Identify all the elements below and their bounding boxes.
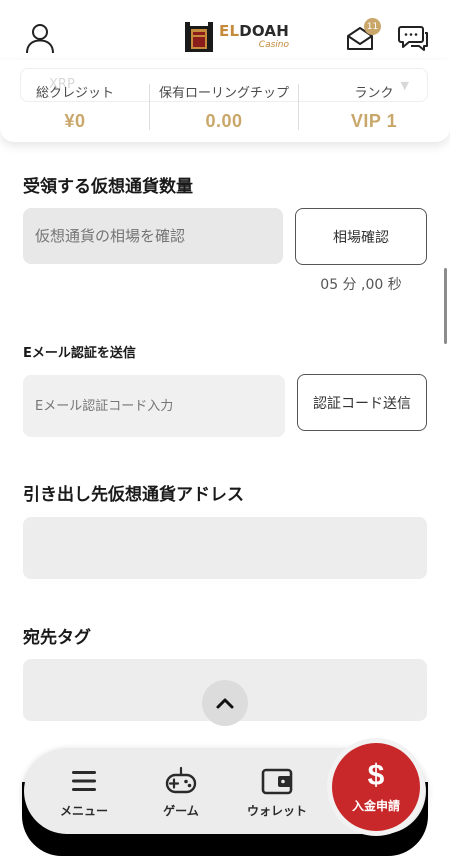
nav-games[interactable]: ゲーム bbox=[141, 766, 221, 822]
stat-value: VIP 1 bbox=[350, 111, 398, 131]
dollar-icon: $ bbox=[367, 758, 385, 792]
chevron-up-icon bbox=[216, 698, 234, 709]
hamburger-menu-icon bbox=[72, 771, 96, 791]
gamepad-icon bbox=[165, 766, 197, 794]
scrollbar[interactable] bbox=[444, 268, 447, 344]
crypto-rate-input[interactable] bbox=[23, 208, 283, 264]
email-auth-title: Eメール認証を送信 bbox=[23, 346, 136, 361]
withdraw-address-input[interactable] bbox=[23, 517, 427, 579]
crypto-amount-title: 受領する仮想通貨数量 bbox=[23, 177, 193, 197]
stat-value: 0.00 bbox=[205, 111, 243, 131]
app-header: ELDOAH Casino 11 bbox=[0, 0, 450, 68]
deposit-request-button[interactable]: $ 入金申請 bbox=[332, 743, 420, 831]
crypto-rate-field[interactable] bbox=[23, 208, 283, 264]
user-profile-icon[interactable] bbox=[24, 22, 56, 54]
account-stats-card: XRP ▼ 総クレジット ¥0 保有ローリングチップ 0.00 ランク VIP … bbox=[0, 60, 450, 142]
stat-label: 保有ローリングチップ bbox=[158, 86, 289, 101]
logo-text: ELDOAH Casino bbox=[219, 24, 289, 50]
stat-label: ランク bbox=[354, 86, 394, 101]
stat-total-credit: 総クレジット ¥0 bbox=[0, 80, 150, 132]
stat-rolling-chips: 保有ローリングチップ 0.00 bbox=[149, 80, 299, 132]
wallet-icon bbox=[261, 768, 293, 795]
email-code-input[interactable] bbox=[23, 375, 285, 437]
withdraw-address-title: 引き出し先仮想通貨アドレス bbox=[23, 485, 244, 505]
castle-logo-icon bbox=[185, 22, 213, 52]
stat-rank: ランク VIP 1 bbox=[299, 80, 449, 132]
scroll-to-top-button[interactable] bbox=[202, 680, 248, 726]
nav-wallet[interactable]: ウォレット bbox=[237, 766, 317, 822]
send-auth-code-button[interactable]: 認証コード送信 bbox=[297, 374, 427, 431]
stat-label: 総クレジット bbox=[35, 86, 114, 101]
withdraw-address-field[interactable] bbox=[23, 517, 427, 579]
countdown-timer: 05 分 ,00 秒 bbox=[320, 277, 402, 293]
logo-wordmark: ELDOAH bbox=[219, 22, 289, 40]
nav-games-label: ゲーム bbox=[163, 804, 199, 818]
brand-logo[interactable]: ELDOAH Casino bbox=[183, 20, 289, 54]
deposit-label: 入金申請 bbox=[351, 798, 400, 813]
logo-subtitle: Casino bbox=[258, 40, 289, 50]
chat-icon[interactable] bbox=[397, 24, 429, 52]
nav-wallet-label: ウォレット bbox=[246, 804, 307, 818]
dest-tag-title: 宛先タグ bbox=[23, 628, 91, 648]
mail-count-badge: 11 bbox=[364, 18, 381, 35]
nav-menu[interactable]: メニュー bbox=[44, 766, 124, 822]
nav-menu-label: メニュー bbox=[59, 804, 108, 818]
email-code-field[interactable] bbox=[23, 375, 285, 437]
stat-value: ¥0 bbox=[64, 111, 86, 131]
rate-check-button[interactable]: 相場確認 bbox=[295, 208, 427, 265]
